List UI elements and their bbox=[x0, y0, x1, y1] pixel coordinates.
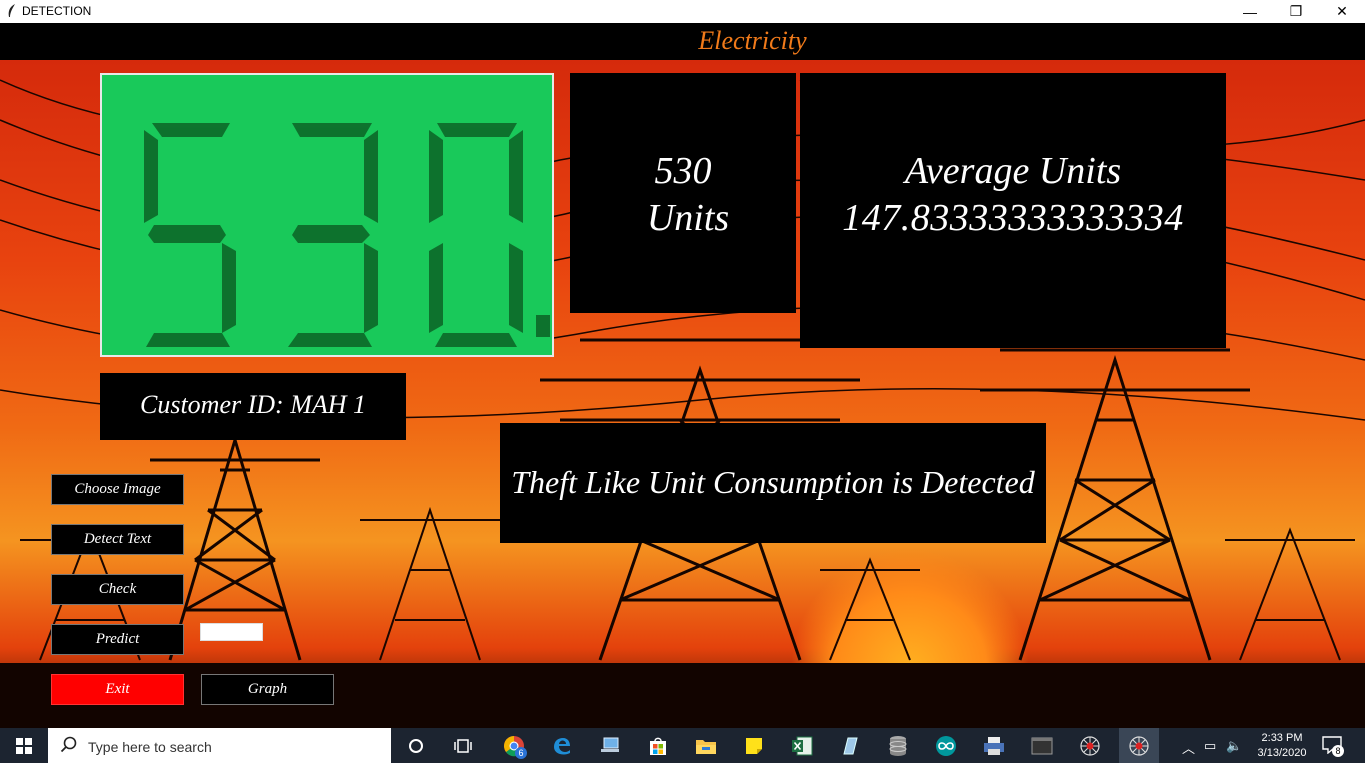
system-clock[interactable]: 2:33 PM 3/13/2020 bbox=[1252, 731, 1312, 761]
app-header: Electricity bbox=[0, 23, 1365, 60]
clock-time: 2:33 PM bbox=[1261, 732, 1303, 744]
meter-digits-graphic bbox=[144, 123, 550, 347]
network-share-icon[interactable] bbox=[597, 733, 623, 759]
windows-logo-icon bbox=[16, 737, 32, 754]
start-button[interactable] bbox=[0, 728, 48, 763]
store-icon[interactable] bbox=[645, 733, 671, 759]
detection-result-text: Theft Like Unit Consumption is Detected bbox=[511, 464, 1035, 500]
chrome-badge: 6 bbox=[515, 747, 527, 759]
window-title: DETECTION bbox=[22, 4, 92, 18]
spider-app-active-icon[interactable] bbox=[1119, 728, 1159, 763]
units-value: 530 bbox=[654, 150, 712, 192]
close-button[interactable]: ✕ bbox=[1319, 0, 1365, 23]
exit-button[interactable]: Exit bbox=[51, 674, 184, 705]
window-titlebar: DETECTION — ❐ ✕ bbox=[0, 0, 1365, 23]
predict-button[interactable]: Predict bbox=[51, 624, 184, 655]
notification-center-button[interactable]: 8 bbox=[1322, 736, 1346, 758]
volume-icon[interactable]: 🔈 bbox=[1226, 738, 1242, 754]
app-icon[interactable] bbox=[837, 733, 863, 759]
check-button[interactable]: Check bbox=[51, 574, 184, 605]
feather-app-icon bbox=[8, 4, 15, 17]
database-icon[interactable] bbox=[885, 733, 911, 759]
battery-icon[interactable]: ▭ bbox=[1204, 738, 1216, 754]
terminal-icon[interactable] bbox=[1029, 733, 1055, 759]
chevron-up-icon[interactable]: ︿ bbox=[1182, 738, 1195, 757]
units-display: 530 Units bbox=[570, 73, 796, 313]
search-icon bbox=[60, 736, 77, 753]
spider-app-icon[interactable] bbox=[1077, 733, 1103, 759]
customer-id-text: Customer ID: MAH 1 bbox=[139, 390, 367, 419]
detect-text-button[interactable]: Detect Text bbox=[51, 524, 184, 555]
chrome-icon[interactable]: 6 bbox=[501, 733, 527, 759]
customer-id-display: Customer ID: MAH 1 bbox=[100, 373, 406, 440]
predict-result-field[interactable] bbox=[200, 623, 263, 641]
printer-icon[interactable] bbox=[981, 733, 1007, 759]
meter-image bbox=[100, 73, 554, 357]
file-explorer-icon[interactable] bbox=[693, 733, 719, 759]
restore-button[interactable]: ❐ bbox=[1273, 0, 1319, 23]
cortana-icon[interactable] bbox=[403, 733, 429, 759]
task-view-icon[interactable] bbox=[450, 733, 476, 759]
app-title: Electricity bbox=[698, 26, 807, 55]
arduino-icon[interactable] bbox=[933, 733, 959, 759]
clock-date: 3/13/2020 bbox=[1257, 747, 1307, 759]
units-label: Units bbox=[646, 197, 730, 239]
graph-button[interactable]: Graph bbox=[201, 674, 334, 705]
notification-count: 8 bbox=[1332, 745, 1344, 757]
average-units-value: 147.83333333333334 bbox=[842, 197, 1184, 239]
excel-icon[interactable] bbox=[789, 733, 815, 759]
edge-icon[interactable] bbox=[549, 733, 575, 759]
minimize-button[interactable]: — bbox=[1227, 0, 1273, 23]
average-units-display: Average Units 147.83333333333334 bbox=[800, 73, 1226, 348]
sticky-notes-icon[interactable] bbox=[741, 733, 767, 759]
windows-taskbar: Type here to search 6 ︿ ▭ 🔈 2:33 PM 3/13… bbox=[0, 728, 1365, 763]
taskbar-search-box[interactable]: Type here to search bbox=[48, 728, 391, 763]
detection-result-display: Theft Like Unit Consumption is Detected bbox=[500, 423, 1046, 543]
choose-image-button[interactable]: Choose Image bbox=[51, 474, 184, 505]
search-placeholder: Type here to search bbox=[88, 739, 212, 755]
average-units-label: Average Units bbox=[904, 150, 1122, 192]
